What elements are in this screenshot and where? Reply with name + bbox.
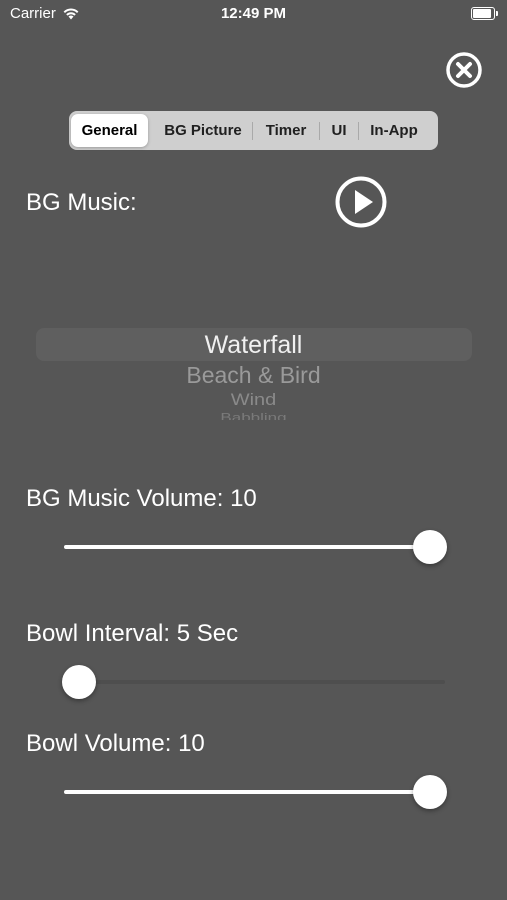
- slider-thumb[interactable]: [62, 665, 96, 699]
- picker-item[interactable]: Babbling: [0, 411, 507, 420]
- bowl-interval-label: Bowl Interval: 5 Sec: [26, 620, 239, 647]
- bg-music-volume-label: BG Music Volume: 10: [26, 485, 257, 512]
- battery-level: [473, 9, 491, 18]
- slider-track: [64, 680, 445, 684]
- slider-thumb[interactable]: [413, 775, 447, 809]
- tab-bg-picture[interactable]: BG Picture: [154, 114, 252, 147]
- tab-timer[interactable]: Timer: [253, 114, 319, 147]
- tab-in-app[interactable]: In-App: [359, 114, 429, 147]
- bowl-volume-slider[interactable]: [64, 775, 447, 809]
- settings-tabs: General BG Picture Timer UI In-App: [69, 111, 438, 150]
- close-circle-icon[interactable]: [445, 51, 483, 89]
- bg-music-label: BG Music:: [26, 189, 137, 216]
- status-bar: Carrier 12:49 PM: [0, 0, 507, 30]
- bg-music-volume-slider[interactable]: [64, 530, 447, 564]
- battery-icon: [471, 7, 498, 20]
- status-time: 12:49 PM: [220, 5, 287, 22]
- slider-fill: [64, 790, 430, 794]
- picker-item-selected[interactable]: Waterfall: [0, 331, 507, 360]
- picker-item[interactable]: Wind: [0, 391, 507, 411]
- bowl-interval-slider[interactable]: [62, 665, 445, 699]
- slider-thumb[interactable]: [413, 530, 447, 564]
- bowl-volume-label: Bowl Volume: 10: [26, 730, 205, 757]
- tab-ui[interactable]: UI: [320, 114, 358, 147]
- slider-fill: [64, 545, 430, 549]
- picker-item[interactable]: Beach & Bird: [0, 362, 507, 389]
- play-circle-icon[interactable]: [335, 176, 387, 228]
- tab-general[interactable]: General: [71, 114, 148, 147]
